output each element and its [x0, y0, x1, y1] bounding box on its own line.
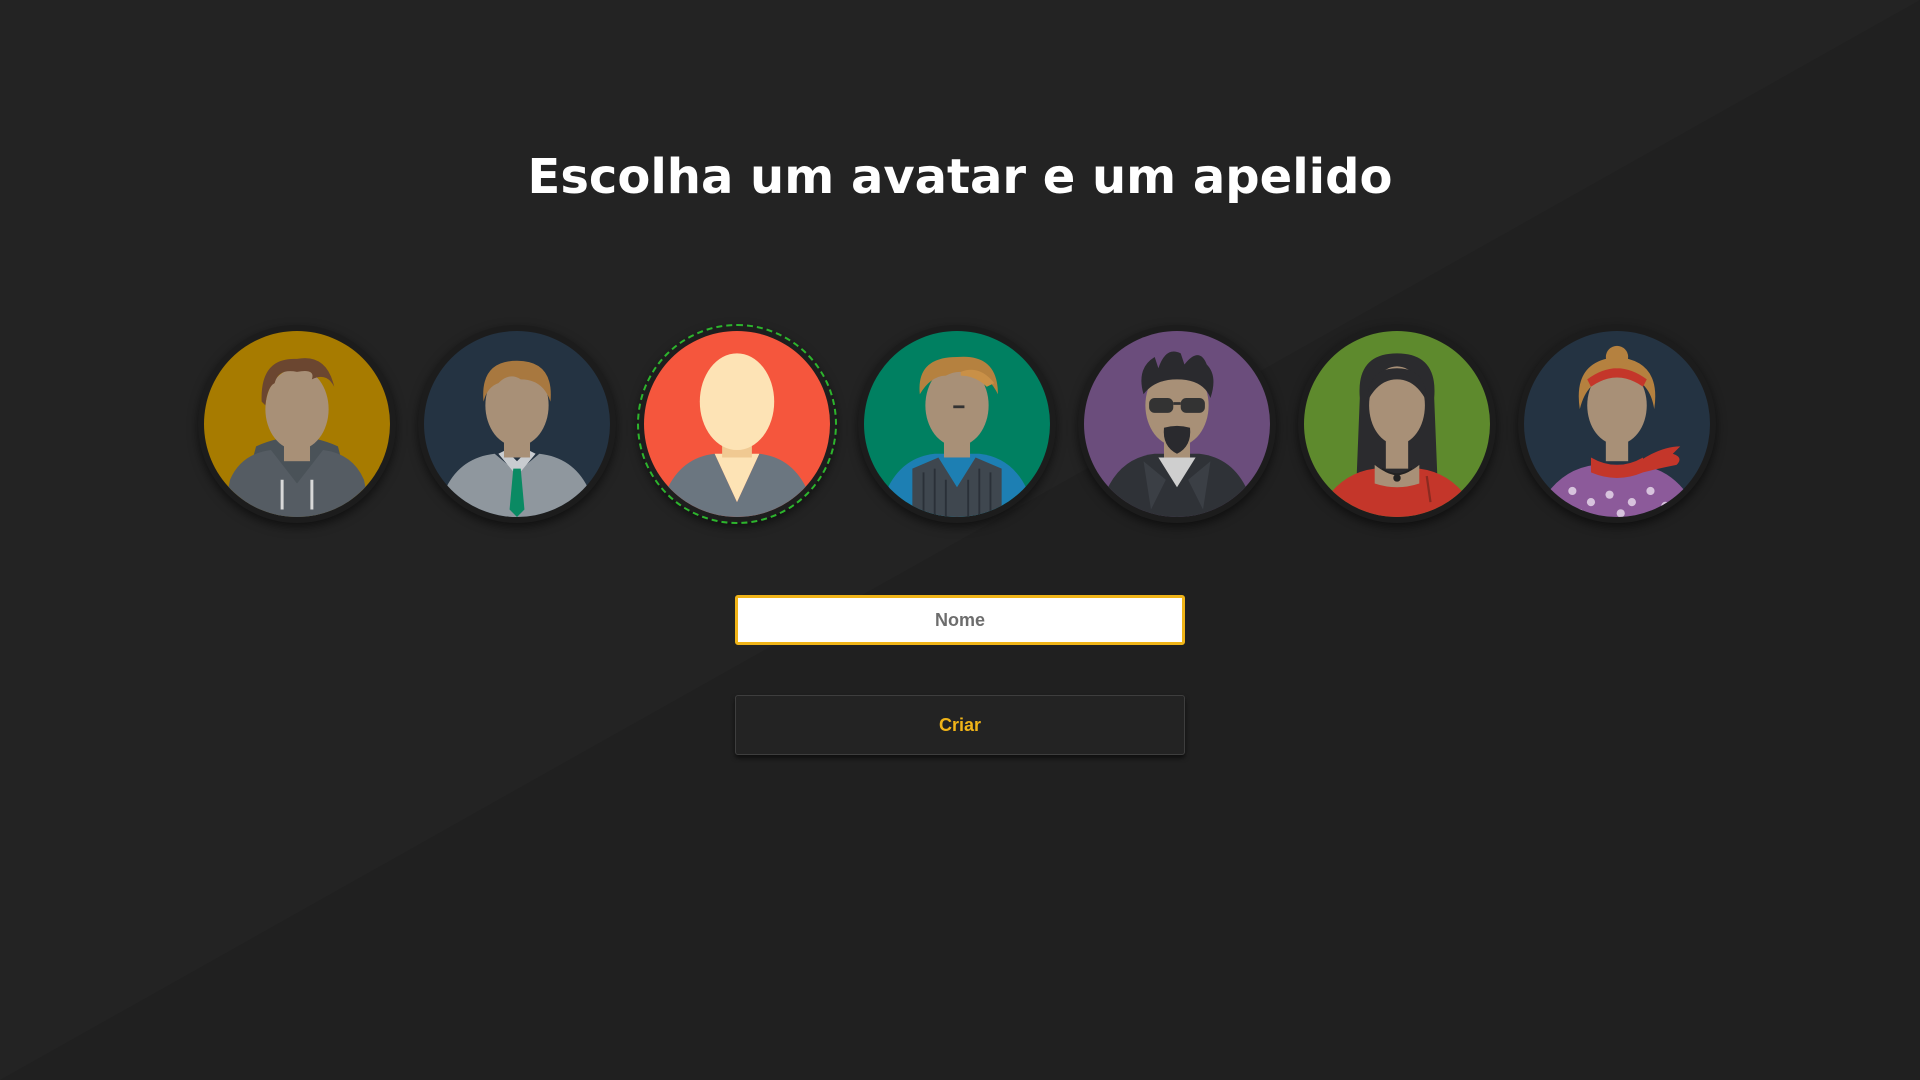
avatar-option-6[interactable]	[1298, 325, 1496, 523]
avatar-option-3[interactable]	[637, 324, 837, 524]
page-title: Escolha um avatar e um apelido	[527, 149, 1393, 205]
avatar-list	[0, 324, 1920, 525]
avatar-default-person-icon	[644, 331, 830, 517]
avatar-hoodie-boy-icon	[204, 331, 390, 517]
avatar-option-2[interactable]	[418, 325, 616, 523]
nickname-input[interactable]	[735, 595, 1185, 645]
avatar-option-7[interactable]	[1518, 325, 1716, 523]
avatar-option-4[interactable]	[858, 325, 1056, 523]
create-button[interactable]: Criar	[735, 695, 1185, 755]
avatar-option-1[interactable]	[198, 325, 396, 523]
avatar-long-hair-woman-icon	[1304, 331, 1490, 517]
avatar-option-5[interactable]	[1078, 325, 1276, 523]
avatar-rocker-sunglasses-icon	[1084, 331, 1270, 517]
avatar-businessman-icon	[424, 331, 610, 517]
avatar-scarf-woman-icon	[1524, 331, 1710, 517]
avatar-vest-man-icon	[864, 331, 1050, 517]
